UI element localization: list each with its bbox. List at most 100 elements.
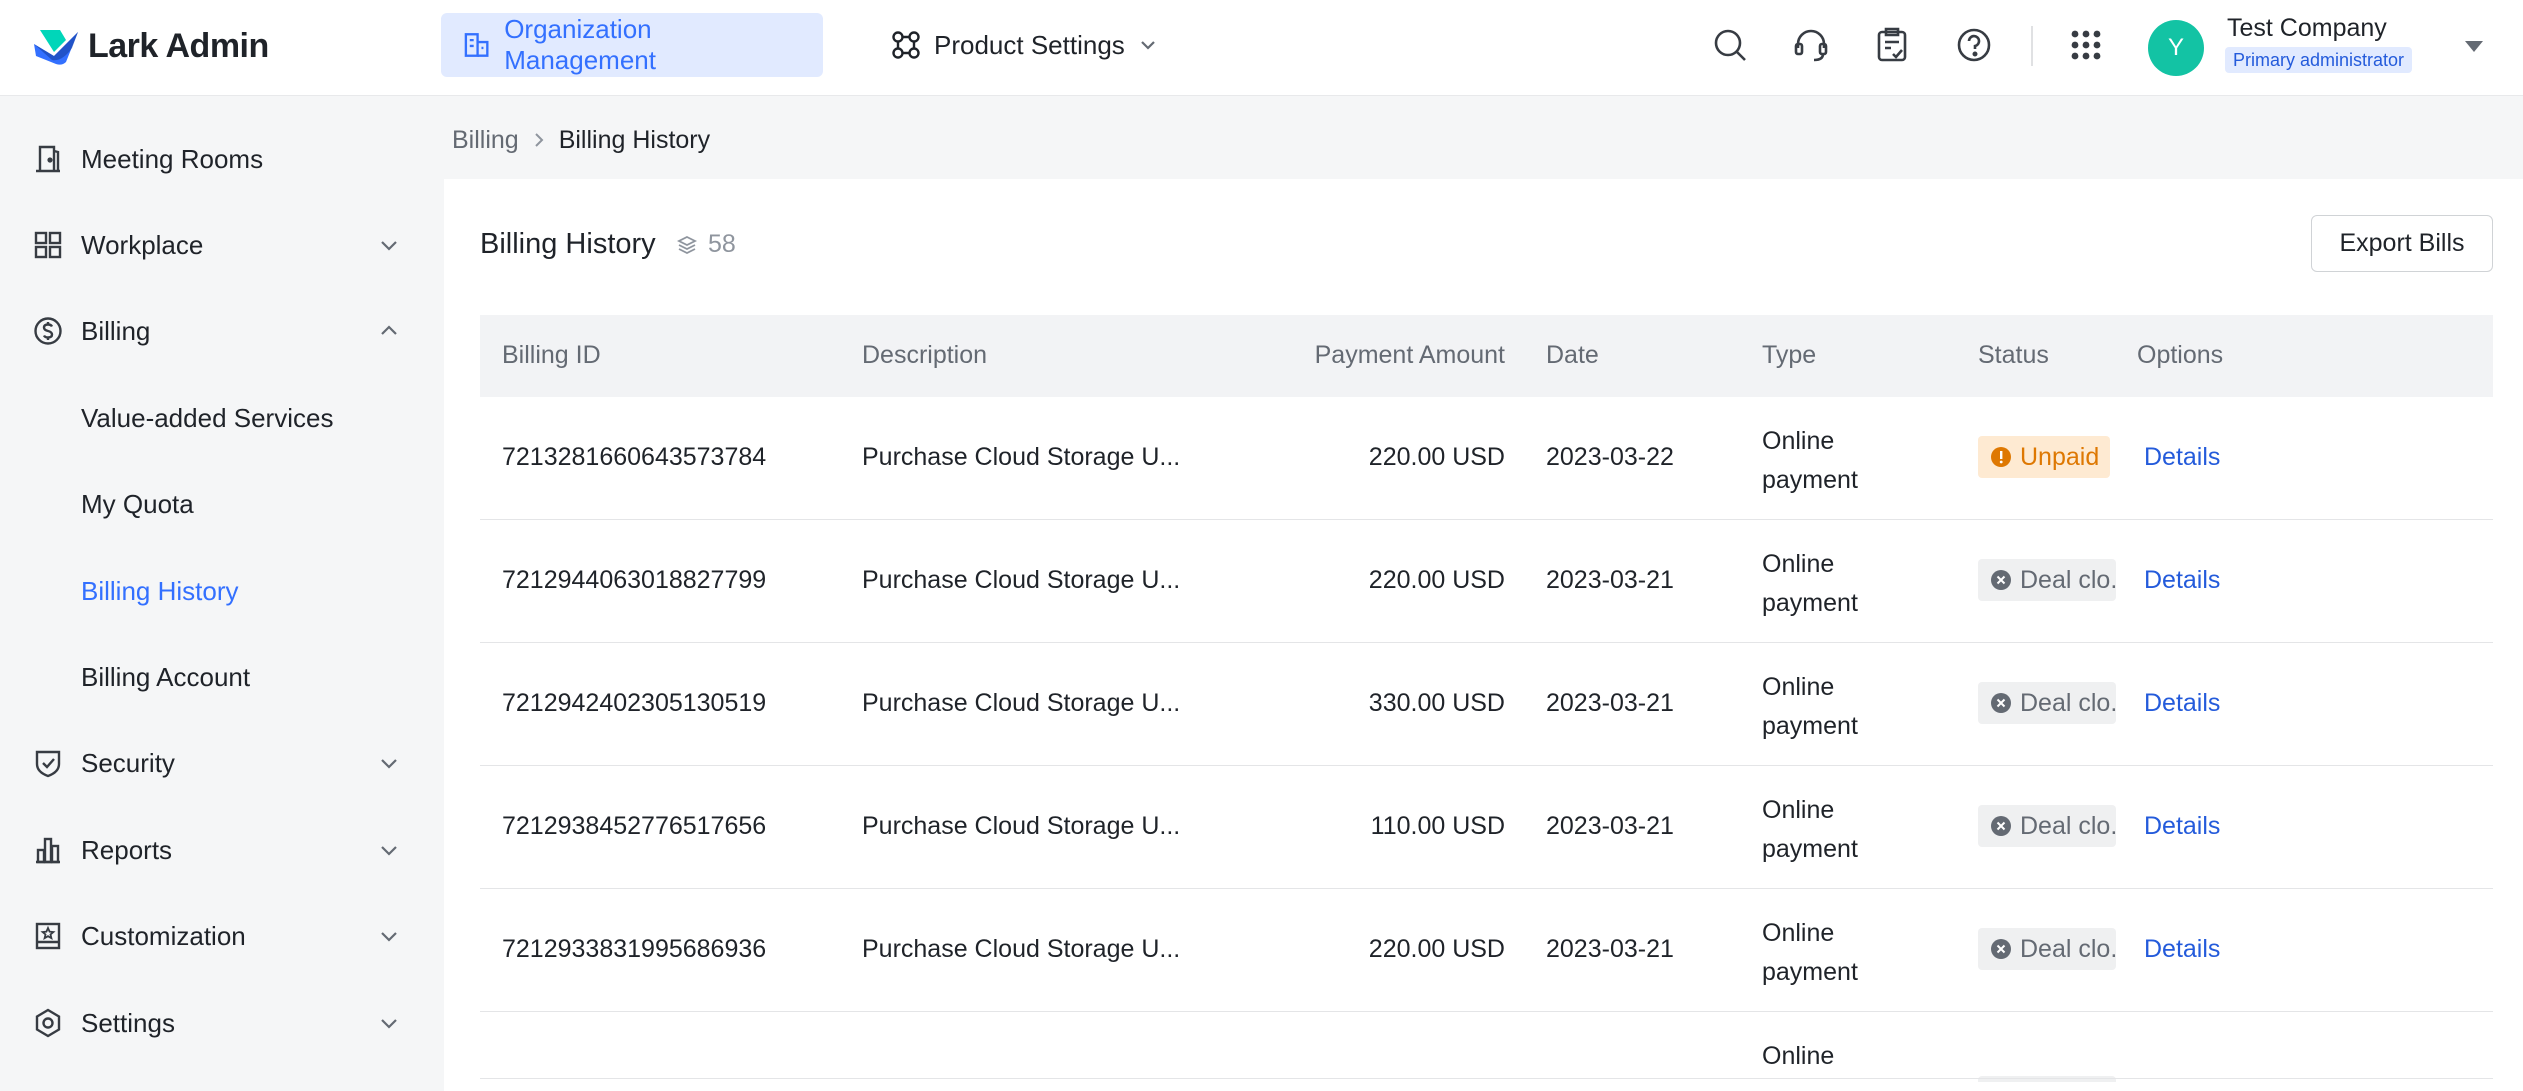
details-link[interactable]: Details [2144, 443, 2220, 472]
payment-type: Online [1762, 1042, 1835, 1070]
hexagon-gear-icon [35, 1008, 61, 1038]
column-header-options: Options [2137, 341, 2224, 369]
headset-icon[interactable] [1790, 24, 1832, 66]
warning-icon [1991, 447, 2011, 467]
close-circle-icon [1991, 939, 2011, 959]
table-row: 7212942402305130519 Purchase Cloud Stora… [480, 643, 2493, 766]
record-count: 58 [676, 230, 736, 259]
close-circle-icon [1991, 693, 2011, 713]
status-text: Deal clo. [2020, 934, 2116, 963]
chevron-down-icon [381, 241, 397, 251]
sidebar-item-customization[interactable]: Customization [0, 904, 444, 968]
lark-logo-icon [34, 30, 78, 65]
date: 2023-03-21 [1546, 689, 1674, 717]
status-badge: Deal clo. [1978, 805, 2116, 847]
sidebar-item-label: Customization [81, 920, 246, 951]
sidebar-item-label: My Quota [81, 488, 194, 519]
status-badge: Unpaid [1978, 436, 2110, 478]
toolbar-divider [2031, 26, 2033, 66]
bar-chart-icon [36, 837, 60, 864]
sidebar-item-meeting-rooms[interactable]: Meeting Rooms [0, 127, 444, 191]
close-circle-icon [1991, 570, 2011, 590]
status-text: Deal clo. [2020, 565, 2116, 594]
role-badge: Primary administrator [2225, 47, 2413, 73]
payment-type: Online payment [1762, 427, 1858, 494]
help-icon[interactable] [1953, 24, 1995, 66]
table-row-partial: Online [480, 1012, 2493, 1082]
table-row: 7212938452776517656 Purchase Cloud Stora… [480, 766, 2493, 889]
details-link[interactable]: Details [2144, 566, 2220, 595]
chevron-down-icon [381, 846, 397, 856]
description: Purchase Cloud Storage U... [862, 689, 1181, 717]
sidebar-item-security[interactable]: Security [0, 731, 444, 795]
sidebar-item-label: Reports [81, 834, 173, 865]
sidebar-item-value-added-services[interactable]: Value-added Services [0, 386, 444, 450]
status-cell: Deal clo. [1978, 805, 2116, 847]
table-bottom-border [480, 1078, 2493, 1079]
payment-amount: 330.00 USD [1368, 689, 1505, 717]
sidebar-item-workplace[interactable]: Workplace [0, 213, 444, 277]
search-icon[interactable] [1709, 24, 1751, 66]
status-cell: Deal clo. [1978, 559, 2116, 601]
sidebar-item-label: Security [81, 747, 175, 778]
tab-organization-management[interactable]: Organization Management [441, 13, 823, 77]
payment-type: Online payment [1762, 919, 1858, 986]
chevron-right-icon [534, 133, 544, 147]
payment-type: Online payment [1762, 796, 1858, 863]
sidebar-item-label: Meeting Rooms [81, 143, 264, 174]
description: Purchase Cloud Storage U... [862, 443, 1181, 471]
sidebar-item-label: Value-added Services [81, 402, 334, 433]
status-cell: Unpaid [1978, 436, 2110, 478]
sidebar-item-billing[interactable]: Billing [0, 299, 444, 363]
company-name[interactable]: Test Company [2227, 14, 2387, 43]
dollar-icon [34, 317, 62, 345]
details-link[interactable]: Details [2144, 689, 2220, 718]
app-logo[interactable]: Lark Admin [32, 24, 269, 68]
status-text: Unpaid [2020, 442, 2100, 471]
description: Purchase Cloud Storage U... [862, 812, 1181, 840]
chevron-down-icon [381, 932, 397, 942]
table-row: 7212944063018827799 Purchase Cloud Stora… [480, 520, 2493, 643]
table-row: 7212933831995686936 Purchase Cloud Stora… [480, 889, 2493, 1012]
payment-amount: 110.00 USD [1370, 812, 1505, 840]
date: 2023-03-21 [1546, 812, 1674, 840]
record-count-value: 58 [708, 230, 736, 258]
breadcrumb-current: Billing History [558, 125, 711, 154]
column-header-date: Date [1546, 341, 1599, 369]
breadcrumb-billing[interactable]: Billing [452, 126, 519, 155]
status-text: Deal clo. [2020, 688, 2116, 717]
table-header: Billing ID Description Payment Amount Da… [480, 315, 2493, 397]
app-name: Lark Admin [88, 26, 269, 65]
sidebar-item-settings[interactable]: Settings [0, 991, 444, 1055]
date: 2023-03-21 [1546, 566, 1674, 594]
shield-icon [35, 750, 61, 778]
sidebar-item-label: Billing Account [81, 661, 251, 692]
description: Purchase Cloud Storage U... [862, 935, 1181, 963]
chevron-up-icon [381, 325, 397, 335]
status-badge-partial [1978, 1076, 2116, 1082]
sidebar-item-label: Workplace [81, 229, 204, 260]
details-link[interactable]: Details [2144, 812, 2220, 841]
tab-label: Organization Management [504, 14, 656, 75]
caret-down-icon[interactable] [2462, 34, 2486, 58]
details-link[interactable]: Details [2144, 935, 2220, 964]
tab-product-settings[interactable]: Product Settings [870, 13, 1179, 77]
export-bills-button[interactable]: Export Bills [2311, 215, 2493, 272]
apps-grid-icon[interactable] [2065, 24, 2107, 66]
status-badge: Deal clo. [1978, 928, 2116, 970]
clipboard-icon[interactable] [1871, 24, 1913, 66]
sidebar-item-label: Billing [81, 315, 151, 346]
page-title: Billing History [480, 228, 656, 260]
billing-id: 7212933831995686936 [502, 935, 767, 963]
chevron-down-icon [1141, 41, 1155, 50]
sidebar-item-my-quota[interactable]: My Quota [0, 472, 444, 536]
close-circle-icon [1991, 816, 2011, 836]
column-header-billing-id: Billing ID [502, 341, 601, 369]
avatar[interactable]: Y [2148, 20, 2204, 76]
sidebar-item-billing-account[interactable]: Billing Account [0, 645, 444, 709]
payment-amount: 220.00 USD [1368, 566, 1505, 594]
payment-type: Online payment [1762, 550, 1858, 617]
sidebar-item-reports[interactable]: Reports [0, 818, 444, 882]
sidebar-item-billing-history[interactable]: Billing History [0, 559, 444, 623]
table-row: 7213281660643573784 Purchase Cloud Stora… [480, 397, 2493, 520]
